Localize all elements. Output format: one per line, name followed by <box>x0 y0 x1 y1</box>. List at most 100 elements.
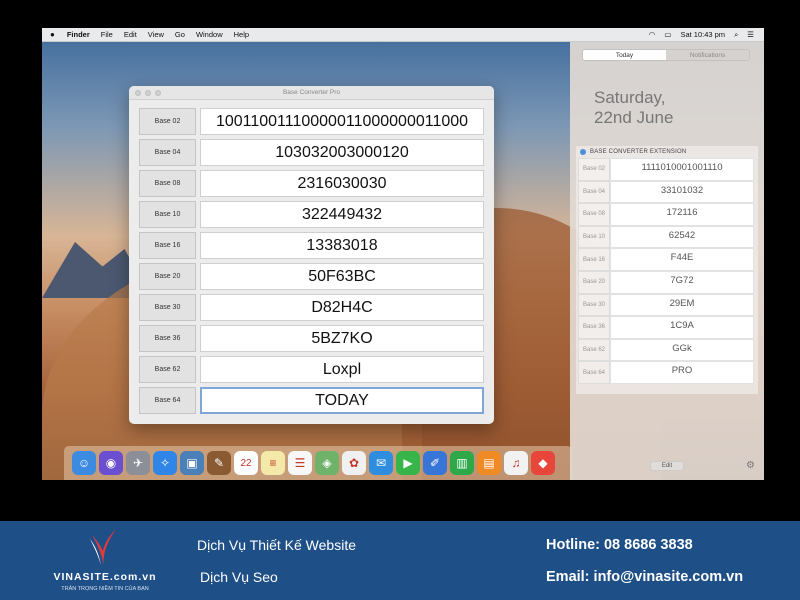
numbers-icon[interactable]: ▥ <box>450 451 474 475</box>
extension-base-value[interactable]: 172116 <box>610 203 754 226</box>
email[interactable]: Email: info@vinasite.com.vn <box>546 569 743 585</box>
extension-base-value[interactable]: 1111010001001110 <box>610 158 754 181</box>
tab-notifications[interactable]: Notifications <box>666 50 749 60</box>
base-value-field[interactable]: 50F63BC <box>200 263 484 290</box>
minimize-window-button[interactable] <box>145 90 151 96</box>
notification-center-icon[interactable]: ☰ <box>747 30 754 39</box>
music-icon[interactable]: ♫ <box>504 451 528 475</box>
maps-icon[interactable]: ◈ <box>315 451 339 475</box>
mac-screen: ● Finder File Edit View Go Window Help ◠… <box>42 28 764 480</box>
base-label-button[interactable]: Base 08 <box>139 170 196 197</box>
base-value-field[interactable]: 103032003000120 <box>200 139 484 166</box>
service-web-design[interactable]: Dịch Vụ Thiết Kế Website <box>197 537 356 553</box>
extension-row: Base 64 PRO <box>578 361 758 384</box>
menu-edit[interactable]: Edit <box>124 30 137 39</box>
pages-icon[interactable]: ▤ <box>477 451 501 475</box>
extension-base-value[interactable]: 33101032 <box>610 180 754 204</box>
extension-base-label: Base 36 <box>578 316 610 339</box>
photo-browser-icon[interactable]: ▣ <box>180 451 204 475</box>
base-label-button[interactable]: Base 20 <box>139 263 196 290</box>
photos-icon[interactable]: ✿ <box>342 451 366 475</box>
menu-finder[interactable]: Finder <box>67 30 90 39</box>
menu-go[interactable]: Go <box>175 30 185 39</box>
base-value-field[interactable]: 322449432 <box>200 201 484 228</box>
extension-base-value[interactable]: F44E <box>610 248 754 271</box>
base-converter-extension: BASE CONVERTER EXTENSION Base 02 11110100… <box>576 146 758 394</box>
extension-row: Base 10 62542 <box>578 225 758 249</box>
logo-swoosh-icon <box>90 529 116 567</box>
base-value-field[interactable]: Loxpl <box>200 356 484 383</box>
base-label-button[interactable]: Base 36 <box>139 325 196 352</box>
extension-base-value[interactable]: GGk <box>610 338 754 362</box>
notes-icon[interactable]: ≡ <box>261 451 285 475</box>
base-label-button[interactable]: Base 64 <box>139 387 196 414</box>
base-value-field[interactable]: TODAY <box>200 387 484 414</box>
keynote-icon[interactable]: ✐ <box>423 451 447 475</box>
extension-base-value[interactable]: PRO <box>610 361 754 384</box>
logo-slogan: TRÂN TRỌNG NIỀM TIN CỦA BẠN <box>61 586 149 592</box>
menu-view[interactable]: View <box>148 30 164 39</box>
finder-icon[interactable]: ☺ <box>72 451 96 475</box>
base-label-button[interactable]: Base 02 <box>139 108 196 135</box>
extension-row: Base 36 1C9A <box>578 316 758 339</box>
reminders-icon[interactable]: ☰ <box>288 451 312 475</box>
base-value-field[interactable]: 10011001110000011000000011000 <box>200 108 484 135</box>
extension-base-value[interactable]: 7G72 <box>610 270 754 294</box>
base-label-button[interactable]: Base 10 <box>139 201 196 228</box>
service-seo[interactable]: Dịch Vụ Seo <box>200 569 278 585</box>
battery-icon[interactable]: ▭ <box>664 30 671 39</box>
extension-base-label: Base 02 <box>578 158 610 181</box>
menu-window[interactable]: Window <box>196 30 223 39</box>
stage: ● Finder File Edit View Go Window Help ◠… <box>0 0 800 600</box>
gear-icon[interactable]: ⚙ <box>746 460 755 471</box>
extension-base-label: Base 62 <box>578 338 610 362</box>
converter-row: Base 02 10011001110000011000000011000 <box>139 108 484 135</box>
extension-app-icon <box>580 149 586 155</box>
base-label-button[interactable]: Base 16 <box>139 232 196 259</box>
converter-row: Base 16 13383018 <box>139 232 484 259</box>
vinasite-logo[interactable]: VINASITE.com.vn TRÂN TRỌNG NIỀM TIN CỦA … <box>40 525 170 597</box>
menu-clock[interactable]: Sat 10:43 pm <box>680 30 725 39</box>
converter-row: Base 36 5BZ7KO <box>139 325 484 352</box>
converter-row: Base 04 103032003000120 <box>139 139 484 166</box>
dock: ☺ ◉ ✈ ✧ ▣ ✎ 22 ≡ ☰ ◈ ✿ ✉ ▶ ✐ ▥ ▤ ♫ ◆ <box>64 446 572 480</box>
siri-icon[interactable]: ◉ <box>99 451 123 475</box>
base-value-field[interactable]: 2316030030 <box>200 170 484 197</box>
app-store-icon[interactable]: ◆ <box>531 451 555 475</box>
extension-header: BASE CONVERTER EXTENSION <box>576 146 758 158</box>
close-window-button[interactable] <box>135 90 141 96</box>
calendar-icon[interactable]: 22 <box>234 451 258 475</box>
menu-file[interactable]: File <box>101 30 113 39</box>
launchpad-icon[interactable]: ✈ <box>126 451 150 475</box>
base-value-field[interactable]: 13383018 <box>200 232 484 259</box>
base-value-field[interactable]: 5BZ7KO <box>200 325 484 352</box>
spotlight-search-icon[interactable]: ⌕ <box>734 30 738 40</box>
today-date-day: 22nd June <box>594 108 674 127</box>
notes-brown-icon[interactable]: ✎ <box>207 451 231 475</box>
tab-today[interactable]: Today <box>583 50 666 60</box>
converter-row: Base 30 D82H4C <box>139 294 484 321</box>
wifi-icon[interactable]: ◠ <box>649 30 656 39</box>
zoom-window-button[interactable] <box>155 90 161 96</box>
extension-row: Base 02 1111010001001110 <box>578 158 758 181</box>
extension-title: BASE CONVERTER EXTENSION <box>590 149 687 155</box>
extension-base-value[interactable]: 62542 <box>610 225 754 249</box>
hotline[interactable]: Hotline: 08 8686 3838 <box>546 537 693 553</box>
extension-base-value[interactable]: 29EM <box>610 293 754 317</box>
menu-help[interactable]: Help <box>234 30 249 39</box>
extension-base-label: Base 64 <box>578 361 610 384</box>
messages-icon[interactable]: ✉ <box>369 451 393 475</box>
window-titlebar[interactable]: Base Converter Pro <box>129 86 494 100</box>
converter-rows: Base 02 10011001110000011000000011000 Base… <box>129 100 494 414</box>
extension-base-value[interactable]: 1C9A <box>610 316 754 339</box>
base-label-button[interactable]: Base 30 <box>139 294 196 321</box>
apple-menu-icon[interactable]: ● <box>50 30 55 39</box>
extension-base-label: Base 10 <box>578 225 610 249</box>
facetime-icon[interactable]: ▶ <box>396 451 420 475</box>
edit-button[interactable]: Edit <box>650 461 684 471</box>
safari-icon[interactable]: ✧ <box>153 451 177 475</box>
logo-brand-text: VINASITE.com.vn <box>53 571 157 583</box>
base-label-button[interactable]: Base 62 <box>139 356 196 383</box>
base-value-field[interactable]: D82H4C <box>200 294 484 321</box>
base-label-button[interactable]: Base 04 <box>139 139 196 166</box>
